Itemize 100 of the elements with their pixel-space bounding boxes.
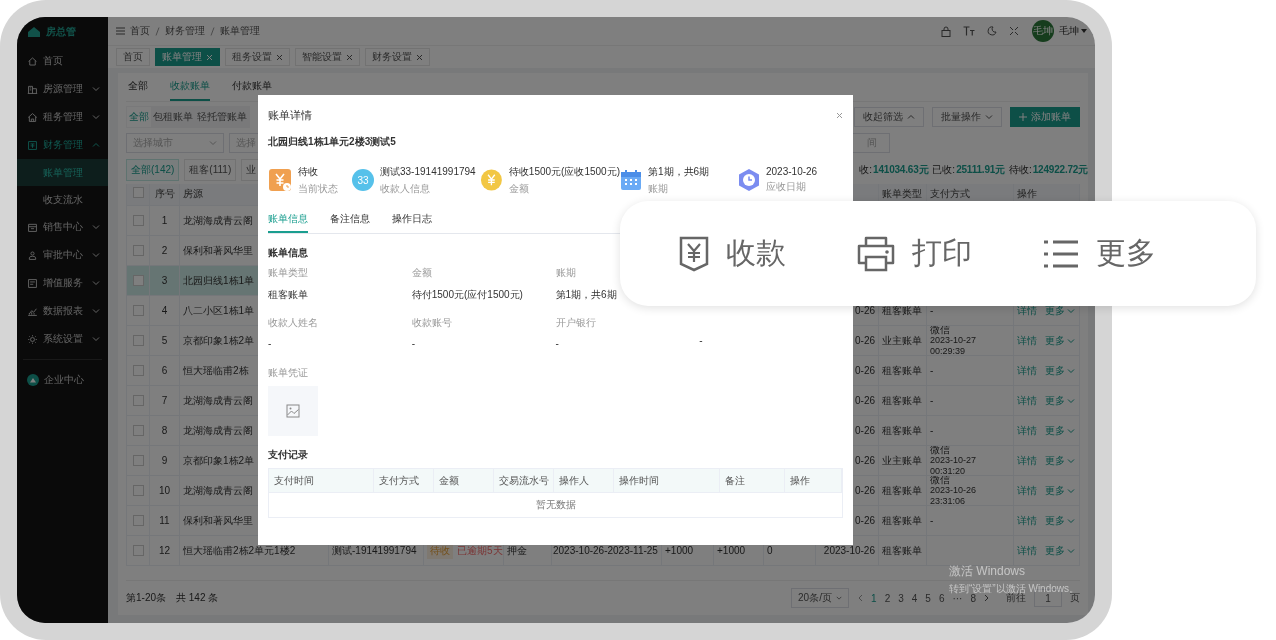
detail-link[interactable]: 详情 — [1017, 363, 1037, 378]
sidebar-item[interactable]: 数据报表 — [17, 297, 108, 325]
font-size-icon[interactable] — [963, 26, 975, 36]
close-icon[interactable] — [346, 53, 353, 61]
dialog-tab[interactable]: 备注信息 — [330, 207, 370, 233]
tab[interactable]: 全部 — [128, 73, 148, 101]
status-filter[interactable]: 租客(111) — [184, 159, 237, 181]
batch-button[interactable]: 批量操作 — [932, 107, 1002, 127]
more-link[interactable]: 更多 — [1045, 453, 1075, 468]
fullscreen-icon[interactable] — [1009, 26, 1019, 36]
print-button[interactable]: 打印 — [856, 233, 972, 274]
detail-link[interactable]: 详情 — [1017, 453, 1037, 468]
user-menu[interactable]: 毛坤 — [1059, 24, 1087, 38]
segment-tab[interactable]: 轻托管账单 — [195, 107, 249, 127]
breadcrumb-link[interactable]: 首页 — [130, 24, 150, 38]
checkbox[interactable] — [132, 215, 144, 226]
detail-link[interactable]: 详情 — [1017, 423, 1037, 438]
column-header: 序号 — [154, 187, 175, 201]
checkbox[interactable] — [132, 365, 144, 376]
checkbox[interactable] — [132, 245, 144, 256]
segment-tab[interactable]: 全部 — [127, 107, 151, 127]
detail-link[interactable]: 详情 — [1017, 483, 1037, 498]
checkbox[interactable] — [132, 425, 144, 436]
tab[interactable]: 付款账单 — [232, 73, 272, 101]
checkbox[interactable] — [132, 515, 144, 526]
more-link[interactable]: 更多 — [1045, 483, 1075, 498]
tab[interactable]: 收款账单 — [170, 73, 210, 101]
image-placeholder[interactable] — [268, 386, 318, 436]
sidebar-item[interactable]: 企业中心 — [17, 366, 108, 394]
page-number[interactable]: 4 — [911, 592, 918, 604]
close-icon[interactable] — [416, 53, 423, 61]
chevron-icon — [1067, 516, 1075, 525]
segment-tab[interactable]: 包租账单 — [151, 107, 195, 127]
previous-icon[interactable] — [857, 594, 864, 602]
checkbox[interactable] — [132, 455, 144, 466]
moon-icon[interactable] — [987, 26, 997, 36]
detail-link[interactable]: 详情 — [1017, 333, 1037, 348]
sidebar-item[interactable]: 审批中心 — [17, 241, 108, 269]
close-icon[interactable] — [276, 53, 283, 61]
page-tab[interactable]: 账单管理 — [155, 48, 220, 66]
checkbox[interactable] — [132, 305, 144, 316]
dialog-tab[interactable]: 账单信息 — [268, 207, 308, 233]
checkbox[interactable] — [132, 187, 144, 198]
status-filter[interactable]: 全部(142) — [126, 159, 180, 181]
next-icon[interactable] — [984, 594, 990, 602]
more-link[interactable]: 更多 — [1045, 393, 1075, 408]
checkbox[interactable] — [132, 545, 144, 556]
page-tab[interactable]: 首页 — [116, 48, 150, 66]
detail-link[interactable]: 详情 — [1017, 513, 1037, 528]
sidebar-item[interactable]: 系统设置 — [17, 325, 108, 353]
page-number[interactable]: 1 — [871, 592, 877, 604]
sidebar-item[interactable]: 销售中心 — [17, 213, 108, 241]
sidebar-item[interactable]: 租务管理 — [17, 103, 108, 131]
more-link[interactable]: 更多 — [1045, 543, 1075, 558]
checkbox[interactable] — [132, 485, 144, 496]
more-link[interactable]: 更多 — [1045, 423, 1075, 438]
sidebar-subitem[interactable]: 收支流水 — [17, 186, 108, 213]
section-title: 支付记录 — [268, 448, 309, 462]
detail-link[interactable]: 详情 — [1017, 393, 1037, 408]
sidebar-item[interactable]: 增值服务 — [17, 269, 108, 297]
chevron-icon — [1067, 396, 1075, 405]
page-size-select[interactable]: 20条/页 — [791, 588, 850, 608]
breadcrumb-link[interactable]: 财务管理 — [165, 24, 205, 38]
detail-link[interactable]: 详情 — [1017, 543, 1037, 558]
checkbox[interactable] — [132, 395, 144, 406]
more-button[interactable]: 更多 — [1042, 233, 1156, 274]
page-number[interactable]: ··· — [952, 592, 963, 604]
page-number[interactable]: 6 — [938, 592, 945, 604]
page-tab[interactable]: 财务设置 — [365, 48, 430, 66]
page-tab[interactable]: 租务设置 — [225, 48, 290, 66]
page-number[interactable]: 3 — [898, 592, 904, 604]
page-number[interactable]: 5 — [925, 592, 931, 604]
more-link[interactable]: 更多 — [1045, 333, 1075, 348]
page-tab[interactable]: 智能设置 — [295, 48, 360, 66]
page-number[interactable]: 2 — [884, 592, 891, 604]
lock-icon[interactable] — [941, 25, 951, 37]
breadcrumb-link[interactable]: 账单管理 — [220, 24, 260, 38]
page-number[interactable]: 8 — [970, 592, 976, 604]
checkbox[interactable] — [132, 335, 144, 346]
more-link[interactable]: 更多 — [1045, 303, 1075, 318]
sidebar-item[interactable]: 财务管理 — [17, 131, 108, 159]
more-link[interactable]: 更多 — [1045, 513, 1075, 528]
collapse-filter-button[interactable]: 收起筛选 — [854, 107, 924, 127]
collect-button[interactable]: 收款 — [678, 233, 786, 274]
coin-icon — [480, 168, 503, 192]
more-link[interactable]: 更多 — [1045, 363, 1075, 378]
row-number: 6 — [150, 356, 180, 386]
close-icon[interactable] — [836, 111, 843, 119]
menu-icon[interactable] — [116, 27, 125, 35]
activation-title: 激活 Windows — [949, 563, 1026, 580]
field-value: - — [411, 338, 417, 349]
user-avatar[interactable]: 毛坤 — [1032, 20, 1054, 42]
sidebar-item[interactable]: 房源管理 — [17, 75, 108, 103]
checkbox[interactable] — [132, 275, 144, 286]
dialog-tab[interactable]: 操作日志 — [392, 207, 432, 233]
image-icon — [286, 404, 300, 418]
detail-link[interactable]: 详情 — [1017, 303, 1037, 318]
add-bill-button[interactable]: 添加账单 — [1010, 107, 1080, 127]
sidebar-item[interactable]: 首页 — [17, 47, 108, 75]
total-value: 25111.91元 — [956, 163, 1005, 177]
